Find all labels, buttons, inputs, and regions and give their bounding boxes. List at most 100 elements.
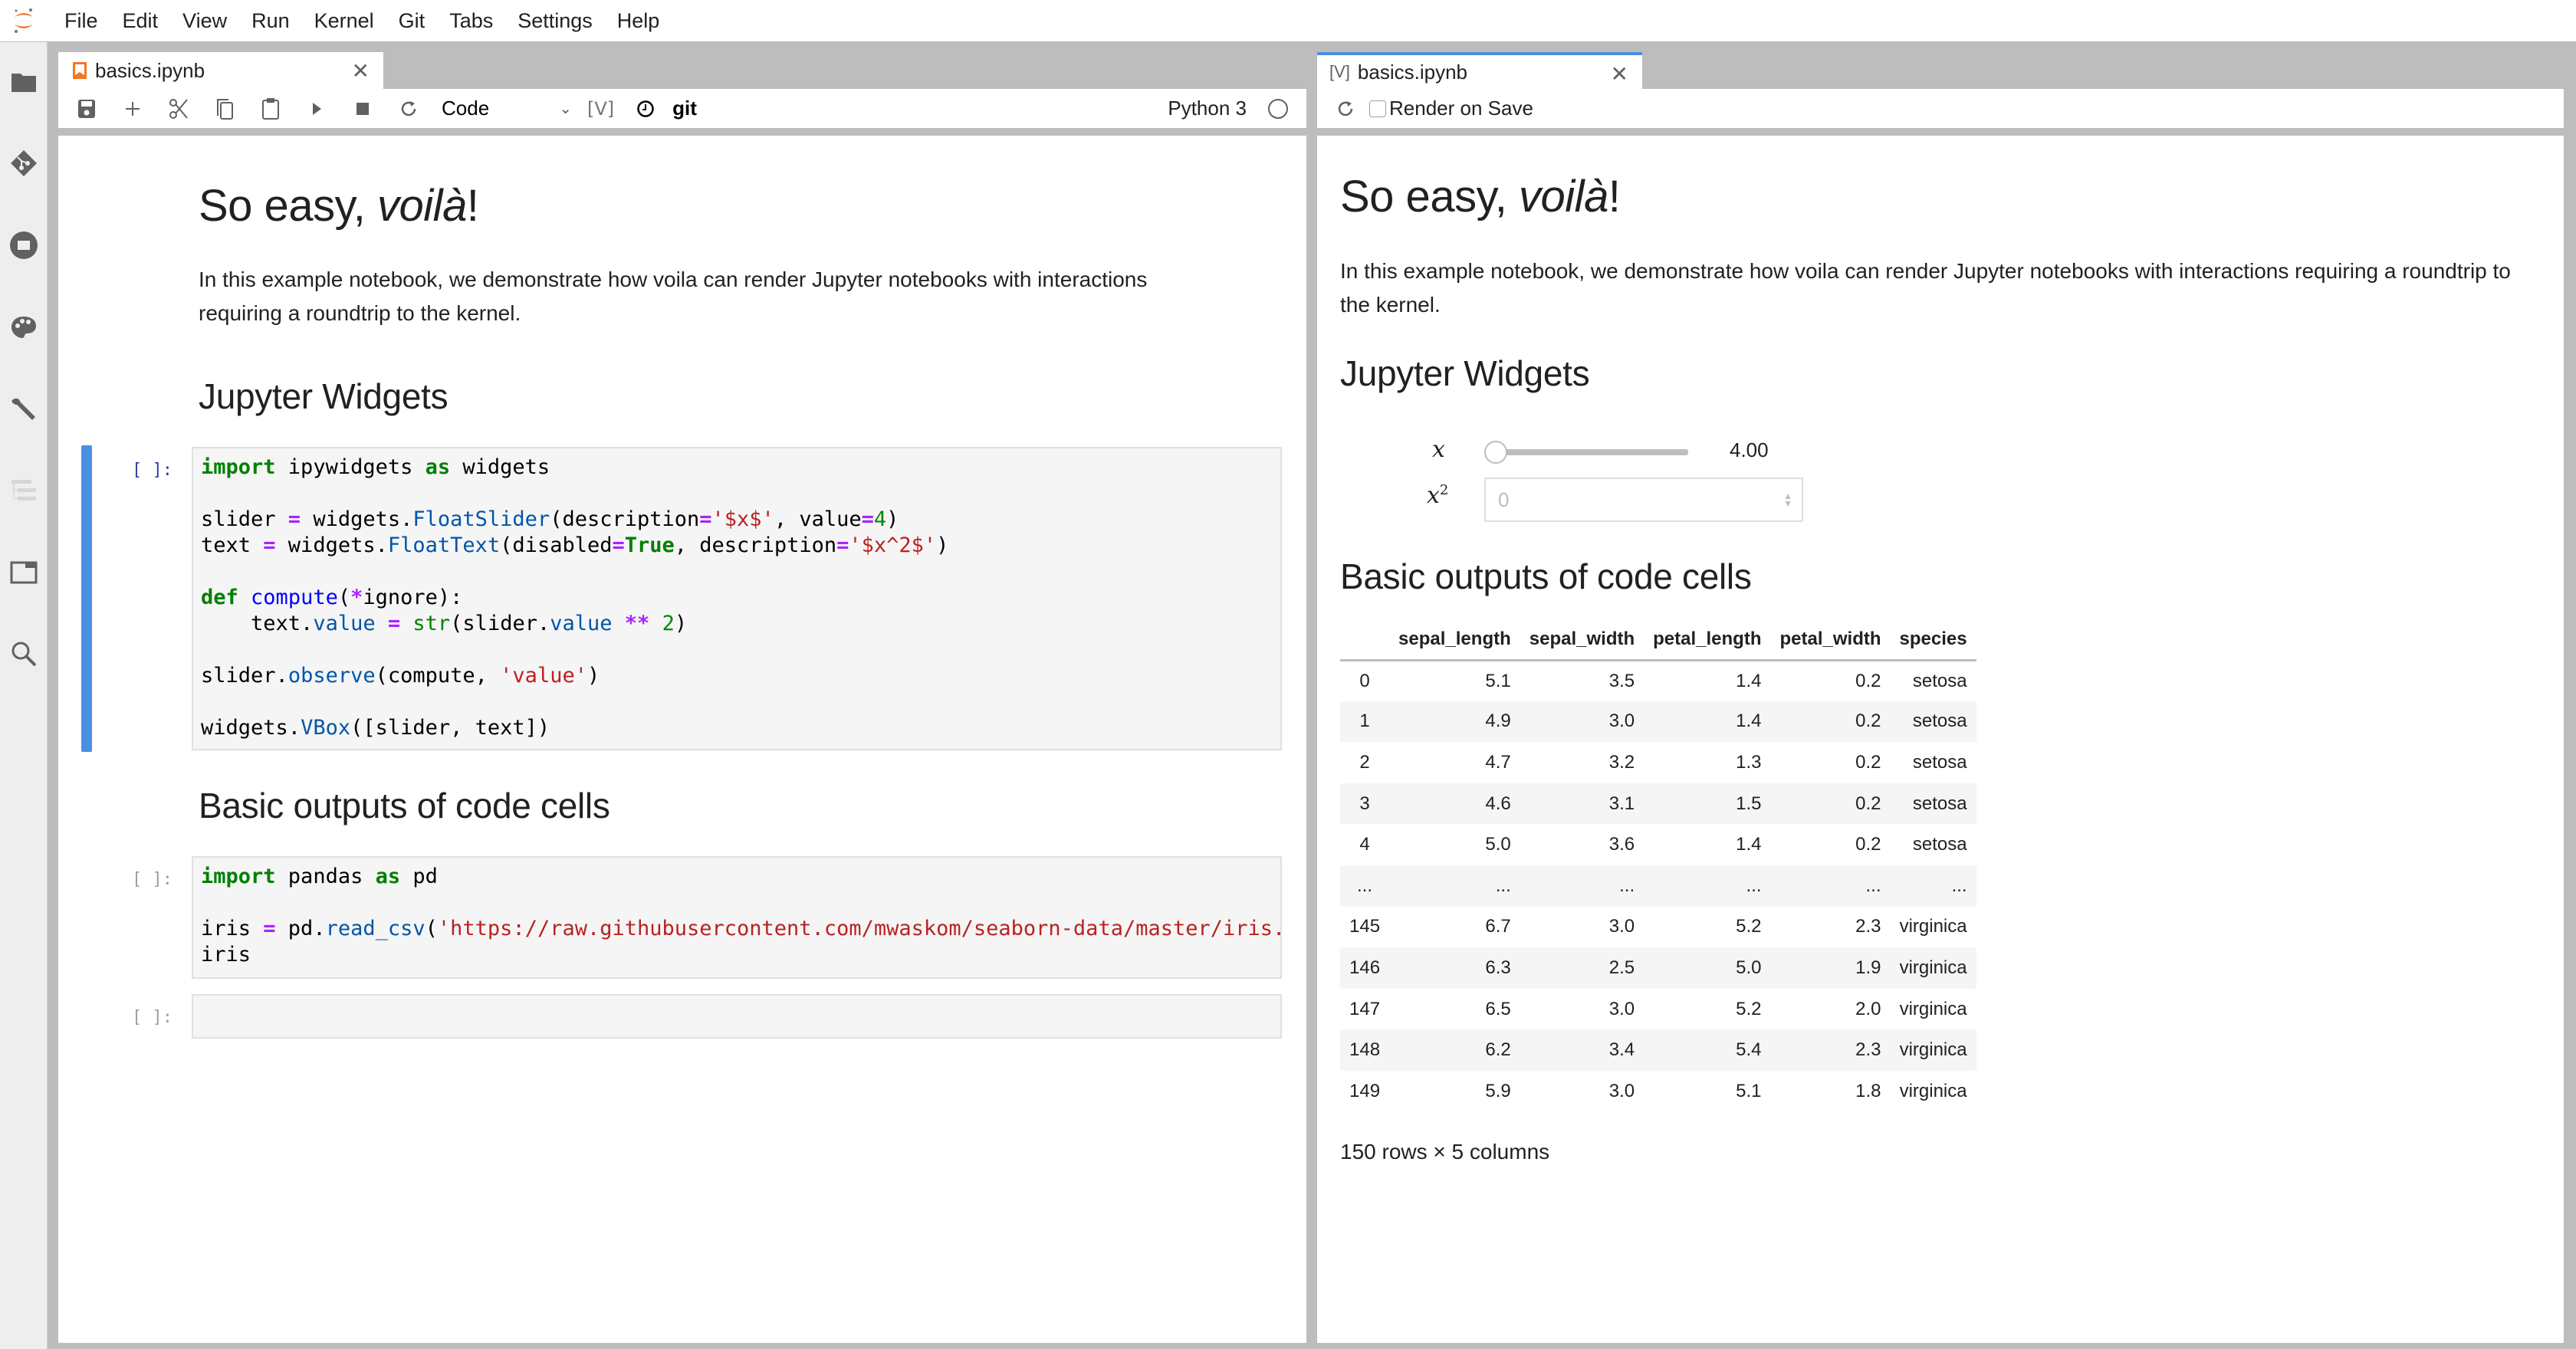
- table-cell: ...: [1619, 875, 1635, 896]
- row-index: ...: [1357, 875, 1373, 896]
- open-tabs-icon[interactable]: [8, 557, 39, 588]
- row-index: 147: [1349, 998, 1381, 1019]
- table-cell: 3.0: [1608, 916, 1635, 937]
- wrench-icon[interactable]: [8, 393, 39, 424]
- table-cell: setosa: [1912, 793, 1967, 814]
- cell-2-code[interactable]: import pandas as pd iris = pd.read_csv('…: [193, 858, 1280, 974]
- row-index: 2: [1359, 751, 1370, 773]
- title-italic: voilà: [377, 181, 467, 231]
- row-index: 148: [1349, 1039, 1381, 1061]
- preview-title: So easy, voilà!: [1340, 171, 1621, 222]
- row-index: 1: [1359, 711, 1370, 732]
- table-cell: 6.7: [1485, 916, 1511, 937]
- save-icon[interactable]: [74, 96, 100, 122]
- cell-type-dropdown[interactable]: Code ⌄: [442, 97, 572, 120]
- restart-icon[interactable]: [396, 96, 422, 122]
- slider-readout[interactable]: 4.00: [1730, 438, 1769, 462]
- notebook-area: So easy, voilà! In this example notebook…: [58, 136, 1306, 1343]
- title-text: So easy,: [1340, 172, 1519, 222]
- table-cell: 0.2: [1855, 670, 1881, 691]
- table-row: 148 6.2 3.4 5.4 2.3 virginica: [1340, 1029, 1976, 1071]
- table-row: 145 6.7 3.0 5.2 2.3 virginica: [1340, 907, 1976, 948]
- row-index: 3: [1359, 793, 1370, 814]
- table-cell: 6.5: [1485, 998, 1511, 1019]
- title-text: So easy,: [199, 181, 377, 231]
- voila-preview-tab[interactable]: [V] basics.ipynb ✕: [1317, 52, 1642, 89]
- float-text-value: 0: [1498, 487, 1510, 511]
- add-cell-icon[interactable]: [120, 96, 146, 122]
- table-row: 1 4.9 3.0 1.4 0.2 setosa: [1340, 701, 1976, 743]
- reload-icon[interactable]: [1332, 96, 1359, 122]
- folder-icon[interactable]: [8, 67, 39, 97]
- voila-preview-button[interactable]: [V]: [587, 98, 614, 120]
- table-cell: 1.5: [1736, 793, 1762, 814]
- table-cell: ...: [1746, 875, 1762, 896]
- table-row: 146 6.3 2.5 5.0 1.9 virginica: [1340, 947, 1976, 989]
- menu-kernel[interactable]: Kernel: [302, 9, 386, 33]
- close-icon[interactable]: ✕: [1611, 61, 1628, 87]
- table-cell: 1.9: [1855, 957, 1881, 978]
- notebook-tab[interactable]: basics.ipynb ✕: [58, 52, 383, 89]
- cut-icon[interactable]: [166, 96, 192, 122]
- run-icon[interactable]: [304, 96, 330, 122]
- clock-icon[interactable]: [632, 96, 659, 122]
- cell-3-editor[interactable]: [192, 994, 1282, 1039]
- table-cell: 5.1: [1485, 670, 1511, 691]
- table-cell: 5.2: [1736, 998, 1762, 1019]
- table-of-contents-icon[interactable]: [8, 475, 39, 506]
- table-cell: setosa: [1912, 711, 1967, 732]
- table-header-row: sepal_length sepal_width petal_length petal…: [1340, 620, 1976, 661]
- menu-run[interactable]: Run: [239, 9, 302, 33]
- table-cell: 5.1: [1736, 1080, 1762, 1101]
- stop-icon[interactable]: [350, 96, 376, 122]
- table-row: 147 6.5 3.0 5.2 2.0 virginica: [1340, 989, 1976, 1030]
- float-text-label: x2: [1427, 482, 1448, 509]
- git-button[interactable]: git: [672, 97, 697, 120]
- jupyter-logo-icon[interactable]: [0, 0, 48, 42]
- table-cell: 3.1: [1608, 793, 1635, 814]
- table-cell: setosa: [1912, 834, 1967, 855]
- search-icon[interactable]: [8, 638, 39, 669]
- dataframe-shape: 150 rows × 5 columns: [1340, 1140, 1550, 1164]
- slider-handle[interactable]: [1484, 441, 1507, 464]
- cell-1-editor[interactable]: import ipywidgets as widgets slider = wi…: [192, 447, 1282, 750]
- table-cell: 3.2: [1608, 751, 1635, 773]
- active-cell-indicator: [81, 445, 92, 752]
- heading-jupyter-widgets: Jupyter Widgets: [199, 376, 449, 416]
- table-row: 4 5.0 3.6 1.4 0.2 setosa: [1340, 824, 1976, 865]
- palette-icon[interactable]: [8, 312, 39, 343]
- column-header: petal_width: [1770, 620, 1891, 661]
- render-on-save-label[interactable]: Render on Save: [1389, 97, 1533, 120]
- render-on-save-checkbox[interactable]: [1369, 100, 1386, 117]
- menu-tabs[interactable]: Tabs: [437, 9, 505, 33]
- kernel-status-idle-icon: [1268, 98, 1288, 119]
- menu-help[interactable]: Help: [605, 9, 672, 33]
- slider-track[interactable]: [1493, 449, 1688, 455]
- paste-icon[interactable]: [258, 96, 284, 122]
- dataframe-table: sepal_length sepal_width petal_length petal…: [1340, 620, 1976, 1112]
- cell-type-value: Code: [442, 97, 490, 120]
- table-cell: 3.4: [1608, 1039, 1635, 1061]
- table-cell: virginica: [1899, 916, 1967, 937]
- git-icon[interactable]: [8, 148, 39, 179]
- table-cell: setosa: [1912, 670, 1967, 691]
- table-cell: 5.9: [1485, 1080, 1511, 1101]
- heading-basic-outputs: Basic outputs of code cells: [199, 786, 610, 825]
- cell-2-editor[interactable]: import pandas as pd iris = pd.read_csv('…: [192, 856, 1282, 979]
- menu-file[interactable]: File: [48, 9, 110, 33]
- cell-3-prompt: [ ]:: [132, 1008, 172, 1027]
- float-text-input[interactable]: 0 ▲ ▼: [1484, 478, 1803, 522]
- cell-1-code[interactable]: import ipywidgets as widgets slider = wi…: [193, 448, 1280, 747]
- menu-edit[interactable]: Edit: [110, 9, 171, 33]
- column-header: sepal_length: [1389, 620, 1520, 661]
- column-header: sepal_width: [1520, 620, 1644, 661]
- table-cell: 3.0: [1608, 998, 1635, 1019]
- menu-settings[interactable]: Settings: [505, 9, 605, 33]
- close-icon[interactable]: ✕: [352, 58, 370, 84]
- menu-git[interactable]: Git: [386, 9, 438, 33]
- menu-view[interactable]: View: [170, 9, 239, 33]
- kernel-name[interactable]: Python 3: [1168, 97, 1247, 120]
- table-cell: ...: [1865, 875, 1881, 896]
- running-kernels-icon[interactable]: [8, 230, 39, 261]
- copy-icon[interactable]: [212, 96, 238, 122]
